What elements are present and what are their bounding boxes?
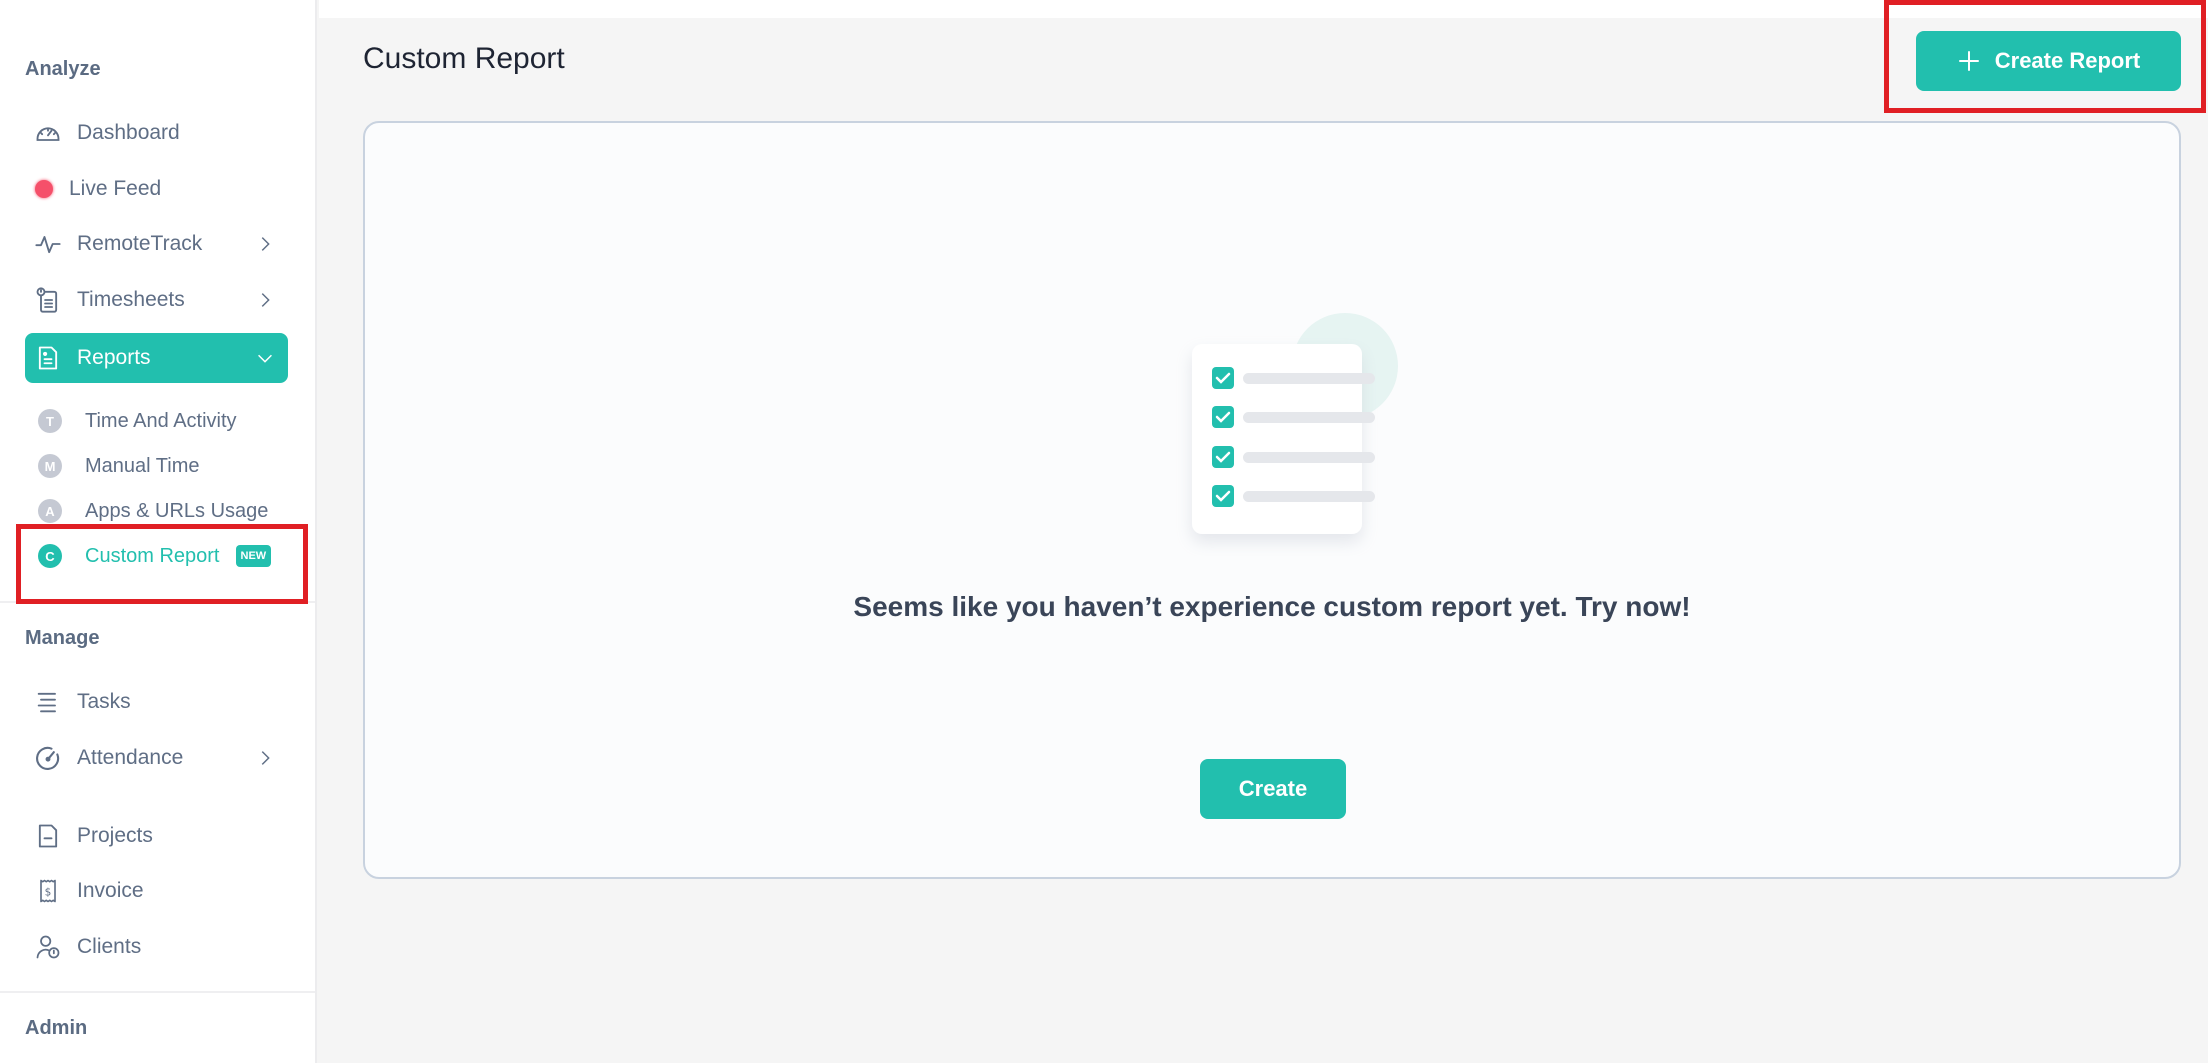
sidebar-item-label: Dashboard: [77, 121, 180, 144]
page-title: Custom Report: [363, 42, 565, 75]
create-report-button[interactable]: Create Report: [1916, 31, 2181, 91]
sidebar-item-clients[interactable]: Clients: [25, 922, 288, 972]
sidebar-item-label: RemoteTrack: [77, 232, 203, 255]
sidebar-subitem-time-and-activity[interactable]: T Time And Activity: [38, 401, 237, 441]
document-icon: [33, 821, 63, 851]
create-report-label: Create Report: [1994, 48, 2141, 73]
empty-state-card: Seems like you haven’t experience custom…: [363, 121, 2181, 879]
sidebar-subitem-custom-report[interactable]: C Custom Report NEW: [38, 536, 272, 576]
sidebar-item-label: Tasks: [77, 690, 131, 713]
sidebar-item-label: Projects: [77, 824, 153, 847]
report-doc-icon: [33, 343, 63, 373]
sidebar-item-tasks[interactable]: Tasks: [25, 677, 288, 727]
sidebar-item-label: Invoice: [77, 879, 144, 902]
sidebar-subitem-label: Custom Report: [85, 544, 220, 567]
sidebar-subitem-label: Manual Time: [85, 454, 200, 477]
empty-state-message: Seems like you haven’t experience custom…: [853, 591, 1691, 622]
sidebar-item-remotetrack[interactable]: RemoteTrack: [25, 219, 288, 269]
sidebar: Analyze Dashboard Live Feed RemoteTrack …: [0, 0, 317, 1063]
sidebar-item-dashboard[interactable]: Dashboard: [25, 108, 288, 158]
chevron-right-icon: [261, 293, 270, 307]
gauge-icon: [33, 743, 63, 773]
sidebar-item-label: Timesheets: [77, 288, 185, 311]
receipt-icon: $: [33, 876, 63, 906]
letter-avatar-icon: T: [38, 409, 62, 433]
sidebar-item-reports[interactable]: Reports: [25, 333, 288, 383]
sidebar-subitem-label: Apps & URLs Usage: [85, 499, 269, 522]
sidebar-item-live-feed[interactable]: Live Feed: [25, 164, 288, 214]
section-title-manage: Manage: [25, 627, 100, 649]
sidebar-subitem-label: Time And Activity: [85, 409, 237, 432]
chevron-right-icon: [261, 751, 270, 765]
sidebar-item-invoice[interactable]: $ Invoice: [25, 866, 288, 916]
sidebar-subitem-manual-time[interactable]: M Manual Time: [38, 446, 200, 486]
section-title-admin: Admin: [25, 1017, 88, 1039]
letter-avatar-icon: C: [38, 544, 62, 568]
plus-icon: [1958, 51, 1979, 71]
sidebar-item-timesheets[interactable]: Timesheets: [25, 275, 288, 325]
chevron-down-icon: [258, 354, 272, 363]
user-clock-icon: [33, 932, 63, 962]
letter-avatar-icon: M: [38, 454, 62, 478]
pulse-icon: [33, 229, 63, 259]
create-button[interactable]: Create: [1200, 759, 1346, 819]
svg-text:$: $: [45, 887, 52, 899]
new-badge: NEW: [235, 545, 272, 567]
sidebar-divider: [0, 601, 315, 603]
top-strip: [319, 0, 2208, 18]
sidebar-item-label: Clients: [77, 935, 142, 958]
sidebar-divider: [0, 991, 315, 993]
timesheet-icon: [33, 285, 63, 315]
live-dot-icon: [35, 180, 53, 198]
sidebar-item-label: Attendance: [77, 746, 184, 769]
chevron-right-icon: [261, 237, 270, 251]
section-title-analyze: Analyze: [25, 58, 101, 80]
checklist-illustration-icon: [1192, 313, 1398, 534]
list-icon: [33, 687, 63, 717]
sidebar-item-projects[interactable]: Projects: [25, 811, 288, 861]
speedometer-icon: [33, 118, 63, 148]
sidebar-item-attendance[interactable]: Attendance: [25, 733, 288, 783]
sidebar-item-label: Reports: [77, 346, 151, 369]
letter-avatar-icon: A: [38, 499, 62, 523]
sidebar-item-label: Live Feed: [69, 177, 162, 200]
sidebar-subitem-apps-urls-usage[interactable]: A Apps & URLs Usage: [38, 491, 268, 531]
